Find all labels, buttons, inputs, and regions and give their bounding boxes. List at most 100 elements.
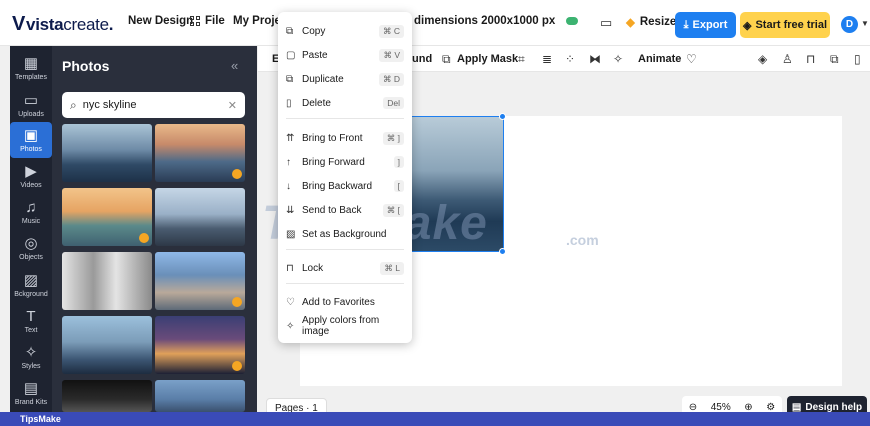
copy-icon: ⧉: [286, 25, 294, 37]
export-button[interactable]: ⤓ Export: [675, 12, 736, 38]
heart-icon: ♡: [286, 296, 295, 308]
photo-search-box[interactable]: ⌕ nyc skyline ✕: [62, 92, 245, 118]
document-dimensions[interactable]: dimensions 2000x1000 px: [414, 15, 579, 27]
menu-item-add-to-favorites[interactable]: ♡ Add to Favorites: [278, 292, 412, 312]
lock-icon[interactable]: ⊓: [806, 52, 815, 66]
rail-item-templates[interactable]: ▦ Templates: [10, 50, 52, 86]
resize-handle[interactable]: [499, 113, 506, 120]
avatar[interactable]: D: [841, 16, 858, 33]
videos-icon: ▶: [25, 162, 37, 180]
logo-v-icon: V: [12, 13, 26, 35]
menu-divider: [286, 283, 404, 284]
photo-thumbnail[interactable]: [155, 380, 245, 412]
photo-thumbnail[interactable]: [62, 124, 152, 182]
search-input[interactable]: nyc skyline: [83, 99, 222, 111]
sparkle-icon: ✧: [286, 320, 295, 332]
zoom-in-icon[interactable]: ⊕: [744, 402, 752, 413]
mask-icon: ⧉: [442, 52, 451, 66]
toolbar-background-item[interactable]: und: [412, 53, 432, 65]
logo-text-light: create: [63, 14, 109, 34]
search-icon: ⌕: [70, 97, 77, 112]
objects-icon: ◎: [24, 234, 38, 252]
photo-thumbnail[interactable]: [62, 252, 152, 310]
premium-crown-icon: [232, 297, 242, 307]
new-design-button[interactable]: New Design: [128, 15, 193, 27]
adjust-icon[interactable]: ≣: [542, 52, 552, 66]
music-icon: ♫: [25, 198, 37, 216]
menu-item-copy[interactable]: ⧉ Copy ⌘ C: [278, 21, 412, 41]
vistacreate-logo[interactable]: V vista create.: [12, 13, 114, 36]
photos-icon: ▣: [23, 126, 39, 144]
watermark-com-text: .com: [566, 232, 599, 248]
start-free-trial-button[interactable]: ◈ Start free trial: [740, 12, 830, 38]
menu-label: Copy: [302, 25, 326, 37]
menu-item-bring-backward[interactable]: ↓ Bring Backward [: [278, 176, 412, 196]
paste-icon: ▢: [286, 49, 296, 61]
zoom-level[interactable]: 45%: [711, 402, 731, 413]
animate-sparkle-icon: ✧: [613, 52, 624, 66]
menu-item-paste[interactable]: ▢ Paste ⌘ V: [278, 45, 412, 65]
resize-handle[interactable]: [499, 248, 506, 255]
rail-item-objects[interactable]: ◎ Objects: [10, 230, 52, 266]
premium-crown-icon: [232, 169, 242, 179]
rail-item-music[interactable]: ♫ Music: [10, 194, 52, 230]
menu-divider: [286, 118, 404, 119]
rail-item-photos[interactable]: ▣ Photos: [10, 122, 52, 158]
top-bar: V vista create. New Design File My Projec…: [0, 0, 870, 46]
transparency-icon[interactable]: ⁘: [565, 52, 575, 66]
photo-thumbnail[interactable]: [155, 316, 245, 374]
crop-icon[interactable]: ⌗: [518, 52, 525, 67]
menu-shortcut: ⌘ C: [379, 24, 404, 38]
rail-label: Styles: [21, 362, 41, 370]
rail-item-uploads[interactable]: ▭ Uploads: [10, 87, 52, 123]
group-icon[interactable]: ♙: [782, 52, 793, 66]
premium-crown-icon: [139, 233, 149, 243]
duplicate-icon: ⧉: [286, 73, 294, 85]
download-icon: ⤓: [683, 18, 689, 31]
rail-item-brand-kits[interactable]: ▤ Brand Kits: [10, 375, 52, 411]
photo-thumbnail[interactable]: [62, 380, 152, 412]
menu-label: Set as Background: [302, 228, 387, 240]
menu-item-bring-forward[interactable]: ↑ Bring Forward]: [278, 152, 412, 172]
rail-item-styles[interactable]: ✧ Styles: [10, 339, 52, 375]
menu-item-set-as-background[interactable]: ▨ Set as Background: [278, 224, 412, 244]
zoom-out-icon[interactable]: ⊖: [689, 402, 697, 413]
menu-item-send-to-back[interactable]: ⇊ Send to Back ⌘ [: [278, 200, 412, 220]
photo-thumbnail[interactable]: [155, 124, 245, 182]
photo-thumbnail[interactable]: [62, 188, 152, 246]
design-help-label: Design help: [805, 401, 863, 413]
menu-shortcut: ⌘ L: [380, 261, 404, 275]
flip-icon[interactable]: ⧓: [589, 52, 601, 66]
collapse-panel-icon[interactable]: «: [231, 58, 238, 73]
menu-item-apply-colors[interactable]: ✧ Apply colors from image: [278, 315, 412, 337]
resize-button[interactable]: ◆ Resize: [626, 15, 676, 29]
chevron-down-icon[interactable]: ▼: [861, 19, 869, 28]
menu-item-bring-to-front[interactable]: ⇈ Bring to Front ⌘ ]: [278, 128, 412, 148]
chat-icon: ▤: [791, 401, 802, 413]
menu-item-lock[interactable]: ⊓ Lock ⌘ L: [278, 258, 412, 278]
file-label: File: [205, 15, 225, 27]
comment-icon[interactable]: ▭: [600, 15, 612, 31]
rail-item-background[interactable]: ▨ Bckground: [10, 267, 52, 303]
menu-label: Bring to Front: [302, 132, 363, 144]
apply-mask-button[interactable]: Apply Mask: [457, 53, 518, 65]
rail-item-videos[interactable]: ▶ Videos: [10, 158, 52, 194]
rail-label: Music: [21, 217, 41, 225]
trash-icon[interactable]: ▯: [854, 52, 861, 66]
photo-thumbnail[interactable]: [155, 252, 245, 310]
menu-item-delete[interactable]: ▯ Delete Del: [278, 93, 412, 113]
photo-thumbnail[interactable]: [62, 316, 152, 374]
set-background-icon: ▨: [286, 228, 296, 240]
layers-icon[interactable]: ◈: [758, 52, 767, 66]
clear-search-icon[interactable]: ✕: [228, 99, 237, 112]
file-menu-button[interactable]: File: [190, 15, 225, 27]
heart-icon[interactable]: ♡: [686, 52, 697, 66]
duplicate-icon[interactable]: ⧉: [830, 52, 839, 67]
settings-icon[interactable]: ⚙: [766, 402, 775, 413]
animate-button[interactable]: Animate: [638, 53, 681, 65]
footer-bar: TipsMake: [0, 412, 870, 426]
photo-thumbnail[interactable]: [155, 188, 245, 246]
rail-item-text[interactable]: T Text: [10, 303, 52, 339]
menu-item-duplicate[interactable]: ⧉ Duplicate ⌘ D: [278, 69, 412, 89]
menu-label: Apply colors from image: [302, 315, 380, 337]
